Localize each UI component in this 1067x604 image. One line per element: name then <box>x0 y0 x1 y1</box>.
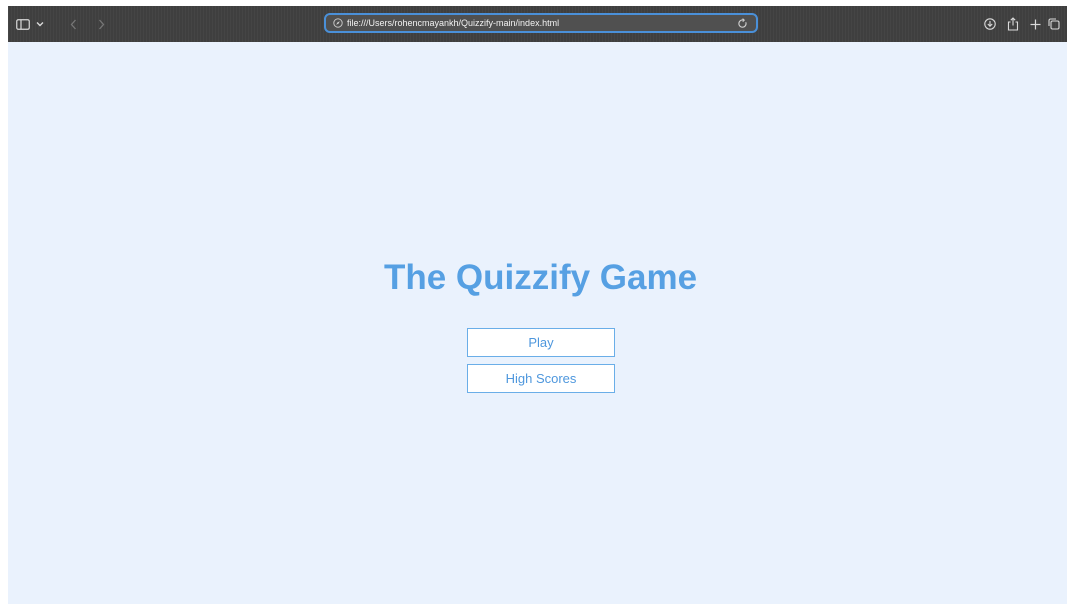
sidebar-icon[interactable] <box>14 6 32 42</box>
browser-window: file:///Users/rohencmayankh/Quizzify-mai… <box>8 6 1067 604</box>
chevron-right-icon[interactable] <box>94 6 108 42</box>
high-scores-button[interactable]: High Scores <box>467 364 615 393</box>
address-bar[interactable]: file:///Users/rohencmayankh/Quizzify-mai… <box>324 13 758 33</box>
chevron-left-icon[interactable] <box>66 6 80 42</box>
browser-toolbar: file:///Users/rohencmayankh/Quizzify-mai… <box>8 6 1067 42</box>
share-icon[interactable] <box>1005 6 1021 42</box>
compass-icon <box>332 17 344 29</box>
url-text: file:///Users/rohencmayankh/Quizzify-mai… <box>347 18 560 28</box>
page-content: The Quizzify Game Play High Scores <box>8 42 1067 604</box>
page-title: The Quizzify Game <box>383 258 698 297</box>
download-icon[interactable] <box>982 6 998 42</box>
tabs-icon[interactable] <box>1046 6 1062 42</box>
plus-icon[interactable] <box>1027 6 1043 42</box>
reload-icon[interactable] <box>736 17 748 29</box>
chevron-down-icon[interactable] <box>34 6 46 42</box>
play-button[interactable]: Play <box>467 328 615 357</box>
